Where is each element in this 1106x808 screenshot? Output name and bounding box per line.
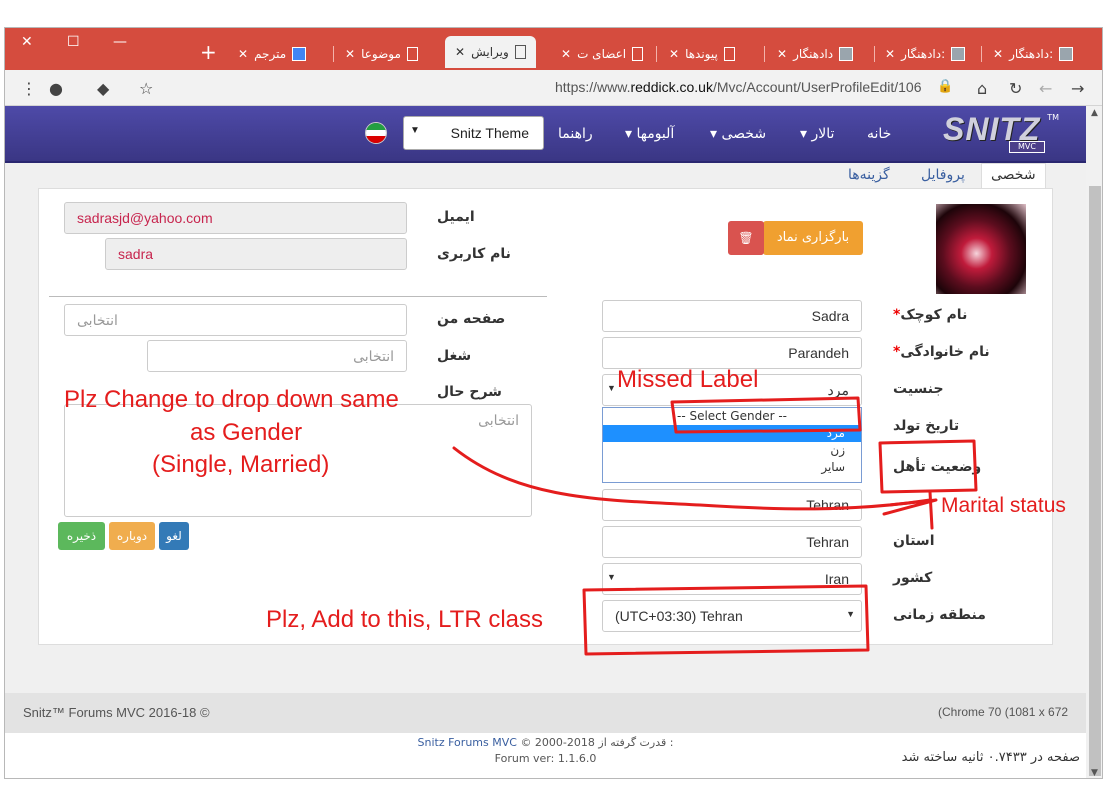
annotation-missed-label: Missed Label bbox=[617, 366, 759, 393]
marital-pointer bbox=[928, 490, 934, 530]
timezone-box bbox=[582, 584, 870, 656]
arrow-head bbox=[882, 498, 938, 516]
missed-label-circle bbox=[670, 396, 862, 434]
annotation-dropdown-2: as Gender bbox=[190, 419, 303, 446]
annotation-dropdown-1: Plz Change to drop down same bbox=[64, 386, 399, 413]
annotation-ltr-class: Plz, Add to this, LTR class bbox=[266, 606, 543, 633]
annotation-dropdown-3: (Single, Married) bbox=[152, 451, 330, 478]
marital-label-box bbox=[878, 439, 978, 494]
arrow-to-marital bbox=[452, 446, 932, 511]
annotation-marital-status: Marital status bbox=[941, 494, 1066, 517]
